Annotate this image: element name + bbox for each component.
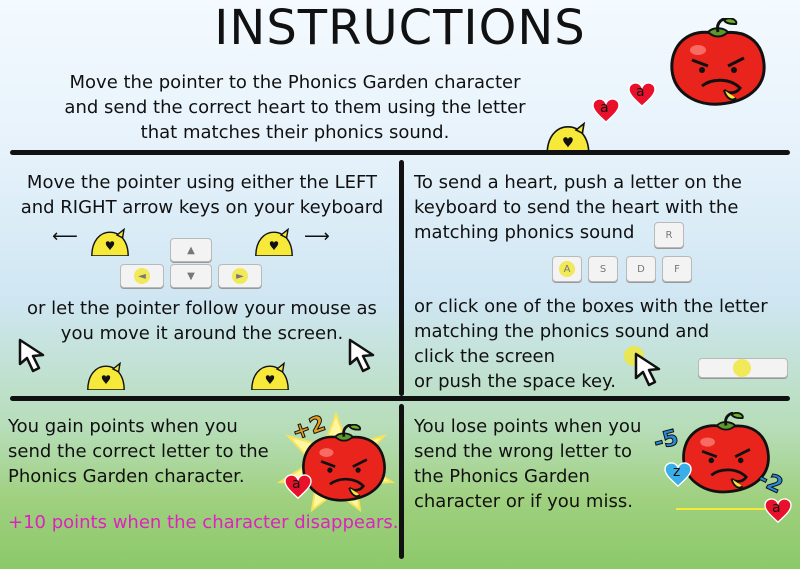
mouse-cursor-icon bbox=[634, 352, 670, 388]
heart-letter: a bbox=[292, 476, 301, 492]
miss-trail bbox=[676, 508, 768, 510]
lose-line-4: character or if you miss. bbox=[414, 491, 633, 512]
divider-middle bbox=[10, 396, 790, 401]
heart-icon: a bbox=[628, 82, 656, 108]
mouse-cursor-icon bbox=[348, 338, 384, 374]
heart-icon: a bbox=[592, 98, 620, 124]
send-panel-text-bottom: or click one of the boxes with the lette… bbox=[414, 294, 794, 394]
key-f[interactable]: F bbox=[662, 256, 692, 282]
chick-pointer-icon bbox=[246, 362, 294, 390]
move-line-1: Move the pointer using either the LEFT bbox=[26, 172, 378, 193]
bonus-text: +10 points when the character disappears… bbox=[8, 512, 399, 533]
heart-icon: z bbox=[664, 462, 692, 488]
penalty-badge: -5 bbox=[651, 425, 682, 456]
key-right[interactable]: ► bbox=[218, 264, 262, 288]
divider-vertical-lower bbox=[399, 404, 404, 559]
move-line-2: and RIGHT arrow keys on your keyboard bbox=[20, 197, 384, 218]
divider-top bbox=[10, 150, 790, 155]
move-line-4: you move it around the screen. bbox=[60, 323, 344, 344]
arrow-left-icon: ⟵ bbox=[52, 226, 78, 247]
key-a[interactable]: A bbox=[552, 256, 582, 282]
move-panel-text-bottom: or let the pointer follow your mouse as … bbox=[8, 296, 396, 346]
key-down[interactable]: ▼ bbox=[170, 264, 212, 288]
gain-line-3: Phonics Garden character. bbox=[8, 466, 245, 487]
key-s[interactable]: S bbox=[588, 256, 618, 282]
arrow-right-icon: ⟶ bbox=[304, 226, 330, 247]
divider-vertical-upper bbox=[399, 160, 404, 396]
key-up[interactable]: ▲ bbox=[170, 238, 212, 262]
gain-panel-text: You gain points when you send the correc… bbox=[8, 414, 298, 489]
chick-pointer-icon bbox=[250, 228, 298, 256]
gain-line-1: You gain points when you bbox=[8, 416, 238, 437]
key-r[interactable]: R bbox=[654, 222, 684, 248]
intro-text: Move the pointer to the Phonics Garden c… bbox=[40, 70, 550, 145]
intro-line-2: and send the correct heart to them using… bbox=[64, 97, 526, 118]
lose-line-1: You lose points when you bbox=[414, 416, 642, 437]
send-line-5: matching the phonics sound and bbox=[414, 321, 710, 342]
mouse-cursor-icon bbox=[18, 338, 54, 374]
heart-letter: a bbox=[600, 100, 609, 116]
space-key[interactable] bbox=[698, 358, 788, 378]
chick-pointer-icon bbox=[86, 228, 134, 256]
chick-pointer-icon bbox=[82, 362, 130, 390]
move-line-3: or let the pointer follow your mouse as bbox=[27, 298, 377, 319]
send-line-1: To send a heart, push a letter on the bbox=[414, 172, 743, 193]
lose-line-2: send the wrong letter to bbox=[414, 441, 633, 462]
key-d[interactable]: D bbox=[626, 256, 656, 282]
gain-line-2: send the correct letter to the bbox=[8, 441, 269, 462]
heart-letter: a bbox=[772, 500, 781, 516]
key-left[interactable]: ◄ bbox=[120, 264, 164, 288]
heart-icon: a bbox=[284, 474, 312, 500]
send-line-2: keyboard to send the heart with the bbox=[414, 197, 739, 218]
lose-line-3: the Phonics Garden bbox=[414, 466, 590, 487]
heart-letter: a bbox=[636, 84, 645, 100]
send-panel-text-top: To send a heart, push a letter on the ke… bbox=[414, 170, 794, 245]
send-line-4: or click one of the boxes with the lette… bbox=[414, 296, 768, 317]
heart-icon: a bbox=[764, 498, 792, 524]
heart-letter: z bbox=[673, 464, 681, 480]
send-line-3: matching phonics sound bbox=[414, 222, 635, 243]
tomato-character-icon bbox=[668, 18, 768, 108]
space-key-highlight bbox=[733, 359, 751, 377]
lose-panel-text: You lose points when you send the wrong … bbox=[414, 414, 674, 514]
move-panel-text-top: Move the pointer using either the LEFT a… bbox=[8, 170, 396, 220]
intro-line-1: Move the pointer to the Phonics Garden c… bbox=[69, 72, 521, 93]
intro-line-3: that matches their phonics sound. bbox=[140, 122, 450, 143]
